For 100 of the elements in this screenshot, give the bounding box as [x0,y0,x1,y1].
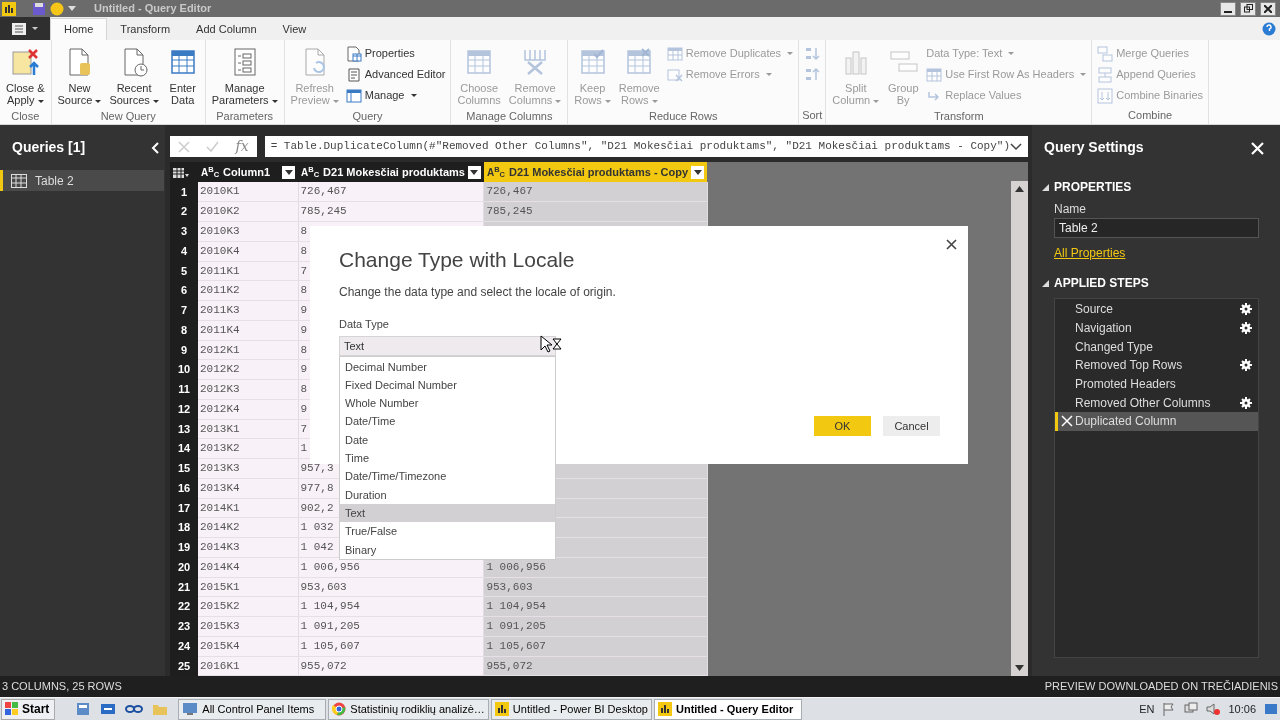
minimize-button[interactable] [1220,1,1236,16]
app-logo-icon [2,1,16,16]
ribbon-button[interactable]: Advanced Editor [343,65,448,84]
taskbar-button[interactable]: All Control Panel Items [178,698,327,720]
sort-ascending-icon [804,45,821,62]
ribbon-group-label: Parameters [215,109,275,124]
close-button[interactable] [1260,1,1276,16]
help-icon [1262,21,1276,36]
delete-icon [1061,415,1073,428]
sort-descending-icon [804,66,821,83]
applied-step[interactable]: Removed Other Columns [1055,393,1258,413]
table-cell: 2012K4 [198,399,298,419]
editor-icon [345,66,362,83]
ribbon-button[interactable]: Recent Sources [106,44,162,108]
query-item[interactable]: Table 2 [0,170,164,191]
table-cell: 2012K1 [198,340,298,360]
close-icon [946,238,957,250]
properties-icon [345,45,362,62]
ribbon-button[interactable]: Manage [343,86,448,105]
app-logo-icon [658,702,672,716]
row-number: 9 [170,340,198,360]
function-label[interactable]: fx [235,136,249,157]
filter-button[interactable] [282,165,295,179]
table-cell: 2015K3 [198,616,298,637]
duplicates-icon [666,45,683,62]
scrollbar[interactable] [1011,181,1028,677]
ribbon-group-label: Reduce Rows [647,109,719,124]
clock[interactable]: 10:06 [1228,700,1256,718]
all-properties-link[interactable]: All Properties [1054,244,1126,262]
collapse-icon [1042,183,1049,191]
column-header[interactable]: A$^{B}$$_{C}$ D21 Mokesčiai produktams - Copy [483,162,708,182]
ribbon-tab[interactable]: View [269,18,320,40]
taskbar-button[interactable]: Untitled - Query Editor [654,698,802,720]
filter-button[interactable] [467,165,481,179]
ribbon-button[interactable]: Manage Parameters [208,44,281,108]
errors-icon [666,66,683,83]
table-cell: 2011K3 [198,300,298,321]
language-indicator[interactable]: EN [1139,700,1155,718]
field-label: Name [1054,201,1087,218]
column-header[interactable]: A$^{B}$$_{C}$ Column1 [198,162,298,182]
ribbon-tab[interactable]: Transform [107,18,184,40]
row-number: 17 [170,498,198,518]
table-cell: 2011K1 [198,261,298,281]
applied-step[interactable]: Removed Top Rows [1055,356,1258,375]
cancel-button[interactable]: Cancel [883,416,940,436]
dropdown-option[interactable]: Text [340,504,555,523]
applied-step[interactable]: Changed Type [1055,337,1258,357]
caret-icon [410,94,417,97]
row-number: 24 [170,636,198,656]
gear-icon [1240,303,1252,316]
merge-icon [1097,45,1114,62]
ribbon-group-label: New Query [99,109,157,124]
taskbar-button[interactable]: Untitled - Power BI Desktop [490,698,652,720]
ok-button[interactable]: OK [814,416,871,436]
table-cell: 2013K4 [198,478,298,498]
column-header[interactable]: A$^{B}$$_{C}$ D21 Mokesčiai produktams [298,162,484,182]
caret-icon [271,99,278,103]
menu-icon [12,22,26,35]
table-cell: 2015K1 [198,577,298,597]
ribbon-button[interactable]: New Source [54,44,105,108]
taskbar-button[interactable]: Statistinių rodiklių analizė… [328,698,489,720]
table-cell: 2013K3 [198,458,298,479]
ribbon-button[interactable]: Properties [343,44,448,63]
gear-icon [1240,359,1252,372]
close-pane-button[interactable] [1251,139,1264,156]
row-number: 25 [170,656,198,676]
file-menu-button[interactable] [0,17,50,40]
table-cell: 2011K2 [198,280,298,301]
gear-icon [1240,396,1252,409]
row-number: 4 [170,241,198,261]
table-icon [11,173,27,188]
row-number: 14 [170,438,198,459]
status-text: PREVIEW DOWNLOADED ON TREČIADIENIS [1044,679,1278,695]
restore-button[interactable] [1240,1,1256,16]
flag-icon [1162,702,1177,716]
close-icon [1251,141,1264,155]
ribbon-button[interactable]: Enter Data [163,44,202,108]
window-title: Untitled - Query Editor [94,1,212,17]
applied-step[interactable]: Promoted Headers [1055,374,1258,394]
cancel-icon [178,140,191,153]
ribbon-tab[interactable]: Add Column [183,18,270,40]
app-logo-icon [494,702,509,716]
applied-step[interactable]: Navigation [1055,318,1258,338]
ribbon-group-label: Combine [1127,108,1174,123]
combine-icon [1097,87,1114,104]
table-cell: 2015K2 [198,596,298,617]
row-number: 3 [170,221,198,242]
start-button[interactable]: Start [1,698,56,720]
applied-step[interactable]: Source [1055,300,1258,319]
applied-step[interactable]: Duplicated Column [1055,412,1258,431]
append-icon [1097,66,1114,83]
row-number: 6 [170,280,198,301]
filter-button[interactable] [691,165,705,179]
ribbon-tab[interactable]: Home [50,17,108,40]
ribbon-button[interactable]: Close & Apply [3,44,48,108]
network-icon [1184,702,1199,716]
name-field[interactable]: Table 2 [1054,218,1259,238]
scroll-down-icon [1015,665,1024,672]
save-icon [32,1,46,16]
volume-icon [1206,702,1221,716]
